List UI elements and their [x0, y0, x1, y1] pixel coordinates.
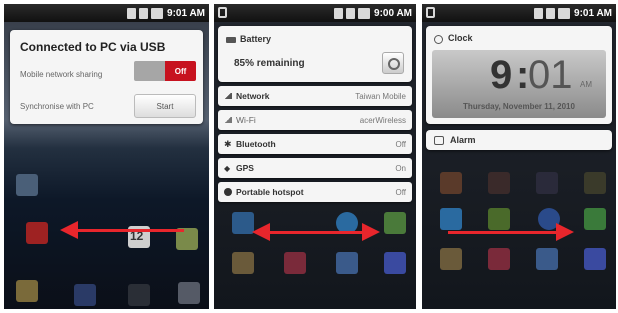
- gps-row[interactable]: ◆ GPS On: [218, 158, 412, 178]
- hotspot-label: Portable hotspot: [236, 187, 304, 197]
- bluetooth-value: Off: [395, 139, 406, 149]
- usb-icon: [127, 7, 137, 19]
- app-icon[interactable]: [16, 174, 38, 196]
- battery-icon: [151, 7, 164, 19]
- app-icon[interactable]: [384, 212, 406, 234]
- app-icon[interactable]: [178, 282, 200, 304]
- app-icon[interactable]: [232, 212, 254, 234]
- wifi-label: Wi-Fi: [236, 115, 256, 125]
- app-icon[interactable]: [384, 252, 406, 274]
- app-icon[interactable]: [584, 248, 606, 270]
- wifi-icon: [224, 117, 236, 123]
- swipe-arrow-left: [76, 229, 184, 232]
- usb-icon: [534, 7, 544, 19]
- battery-icon: [558, 7, 571, 19]
- battery-card: Battery 85% remaining: [218, 26, 412, 82]
- clock-ampm: AM: [580, 80, 592, 89]
- screen-quick-settings: 9:00 AM Battery 85% remaining Network Ta…: [214, 4, 416, 309]
- app-icon[interactable]: [16, 280, 38, 302]
- app-icon[interactable]: [584, 172, 606, 194]
- hotspot-icon: [224, 188, 236, 196]
- phone-icon[interactable]: [128, 284, 150, 306]
- app-icon[interactable]: [536, 248, 558, 270]
- network-row[interactable]: Network Taiwan Mobile: [218, 86, 412, 106]
- arrow-head-left: [60, 221, 78, 239]
- synchronise-label: Synchronise with PC: [20, 102, 94, 111]
- toggle-off-side: [134, 61, 165, 81]
- start-button[interactable]: Start: [134, 94, 196, 118]
- usb-notification-card: Connected to PC via USB Mobile network s…: [10, 30, 203, 124]
- arrow-head-right: [556, 223, 574, 241]
- clock-title: Clock: [448, 33, 473, 43]
- bluetooth-row[interactable]: ✱ Bluetooth Off: [218, 134, 412, 154]
- app-icon[interactable]: [440, 248, 462, 270]
- skype-app-icon[interactable]: [440, 208, 462, 230]
- signal-icon: [139, 7, 149, 19]
- wifi-value: acerWireless: [359, 115, 406, 125]
- swipe-arrow-right: [448, 231, 558, 234]
- wifi-row[interactable]: Wi-Fi acerWireless: [218, 110, 412, 130]
- clock-minutes: 01: [528, 53, 573, 97]
- signal-bars-icon: [224, 93, 236, 99]
- clock-card[interactable]: Clock 9 : 01 AM Thursday, November 11, 2…: [426, 26, 612, 124]
- swipe-arrow-both: [266, 231, 366, 234]
- toggle-state: Off: [165, 61, 196, 81]
- gps-value: On: [395, 163, 406, 173]
- battery-icon: [358, 7, 371, 19]
- hotspot-row[interactable]: Portable hotspot Off: [218, 182, 412, 202]
- notification-icon: [426, 7, 435, 18]
- app-icon[interactable]: [440, 172, 462, 194]
- network-value: Taiwan Mobile: [355, 91, 406, 101]
- app-icon[interactable]: [336, 252, 358, 274]
- network-label: Network: [236, 91, 270, 101]
- app-icon[interactable]: [488, 208, 510, 230]
- network-sharing-toggle[interactable]: Off: [134, 61, 196, 81]
- app-icon[interactable]: [488, 172, 510, 194]
- network-sharing-label: Mobile network sharing: [20, 70, 103, 79]
- battery-title: Battery: [240, 34, 272, 44]
- clock-title-icon: [434, 35, 443, 44]
- app-icon[interactable]: [232, 252, 254, 274]
- app-icon-red[interactable]: [26, 222, 48, 244]
- status-time: 9:01 AM: [574, 7, 612, 19]
- app-icon[interactable]: [74, 284, 96, 306]
- alarm-title: Alarm: [450, 135, 476, 145]
- app-icon[interactable]: [584, 208, 606, 230]
- battery-settings-button[interactable]: [382, 52, 404, 74]
- status-bar[interactable]: 9:01 AM: [4, 4, 209, 22]
- clock-hours: 9: [490, 53, 513, 97]
- status-bar[interactable]: 9:00 AM: [214, 4, 416, 22]
- battery-card-icon: [226, 37, 236, 43]
- usb-card-title: Connected to PC via USB: [20, 40, 166, 54]
- bluetooth-label: Bluetooth: [236, 139, 276, 149]
- alarm-icon: [434, 136, 444, 145]
- settings-gear-icon: [388, 58, 400, 70]
- app-icon[interactable]: [284, 252, 306, 274]
- notification-icon: [218, 7, 227, 18]
- clock-date: Thursday, November 11, 2010: [463, 102, 575, 111]
- arrow-head-right: [362, 223, 380, 241]
- gps-label: GPS: [236, 163, 254, 173]
- hotspot-value: Off: [395, 187, 406, 197]
- clock-display: 9 : 01 AM Thursday, November 11, 2010: [432, 50, 606, 118]
- alarm-card[interactable]: Alarm: [426, 130, 612, 150]
- status-time: 9:00 AM: [374, 7, 412, 19]
- battery-remaining: 85% remaining: [234, 58, 305, 69]
- status-time: 9:01 AM: [167, 7, 205, 19]
- arrow-head-left: [252, 223, 270, 241]
- gps-icon: ◆: [224, 163, 231, 173]
- screen-clock-widget: 9:01 AM Clock 9 : 01 AM Thursday, Novemb…: [422, 4, 616, 309]
- signal-icon: [546, 7, 556, 19]
- screen-usb-notification: 9:01 AM 12 Connected to PC via USB Mobil…: [4, 4, 209, 309]
- app-icon[interactable]: [488, 248, 510, 270]
- signal-icon: [346, 7, 356, 19]
- bluetooth-icon: ✱: [224, 138, 232, 149]
- app-icon[interactable]: [536, 172, 558, 194]
- status-bar[interactable]: 9:01 AM: [422, 4, 616, 22]
- usb-icon: [334, 7, 344, 19]
